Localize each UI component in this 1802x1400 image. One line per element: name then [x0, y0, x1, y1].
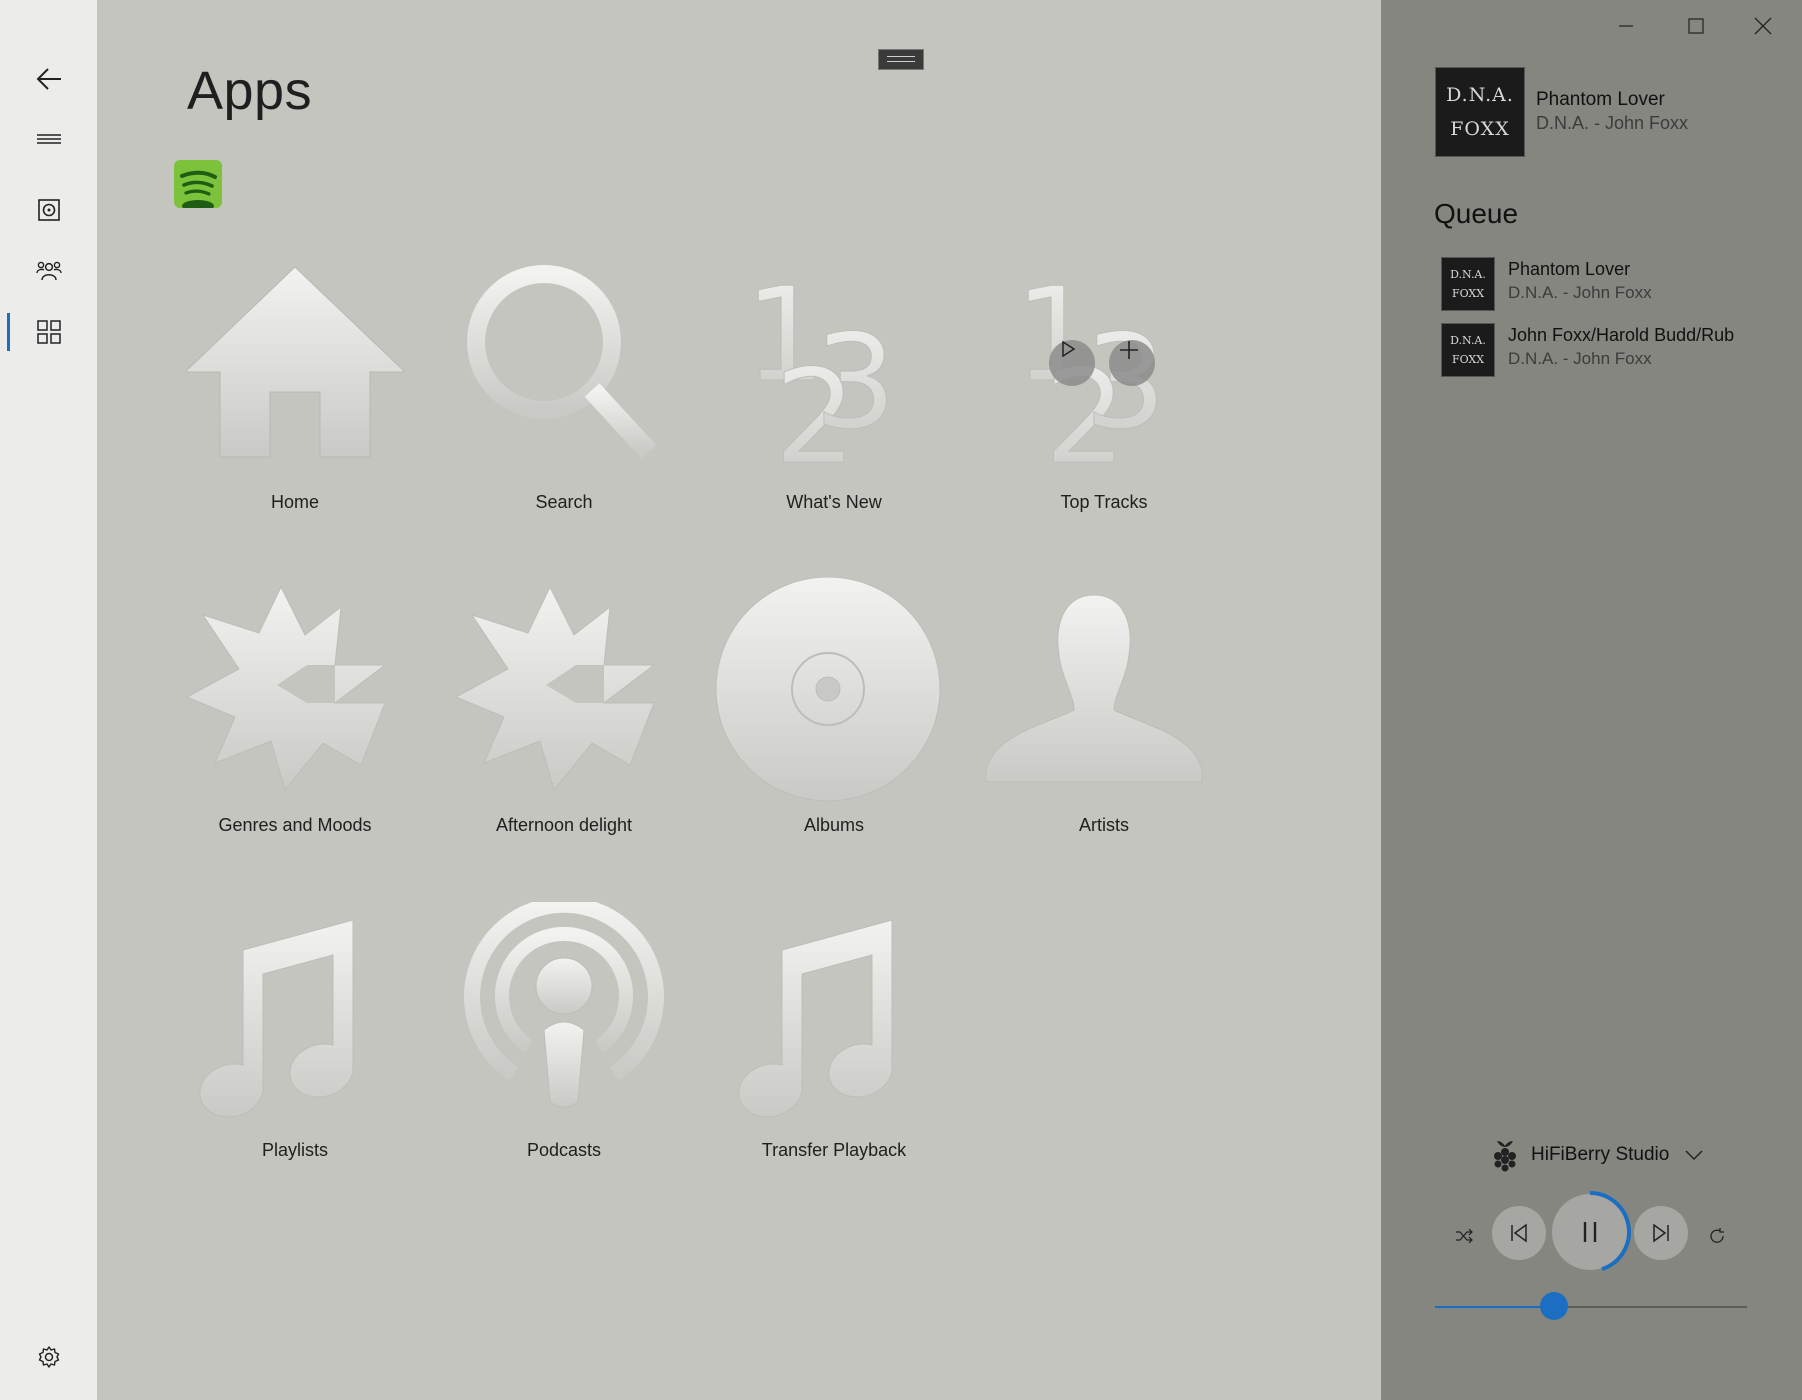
maximize-icon: [1688, 18, 1704, 34]
close-icon: [1754, 17, 1772, 35]
app-tile-albums[interactable]: Albums: [714, 577, 954, 885]
tile-label: Search: [535, 492, 593, 512]
album-art-text: FOXX: [1451, 287, 1485, 300]
grid-icon: [37, 320, 61, 344]
tile-label: Podcasts: [526, 1140, 602, 1160]
next-icon: [1653, 1223, 1669, 1243]
now-playing-album-art[interactable]: D.N.A. FOXX: [1435, 67, 1525, 157]
now-playing-title: Phantom Lover: [1536, 89, 1665, 110]
raspberry-pi-icon: [1494, 1141, 1516, 1172]
gear-icon: [38, 1346, 60, 1368]
close-button[interactable]: [1738, 6, 1788, 46]
nav-rail: [0, 0, 98, 1400]
tile-label: Transfer Playback: [761, 1140, 907, 1160]
house-icon: [185, 266, 405, 458]
menu-button[interactable]: [12, 112, 86, 166]
numbers-123-icon: 1 2 3: [744, 262, 898, 472]
app-tile-podcasts[interactable]: Podcasts: [444, 902, 684, 1210]
add-overlay-button[interactable]: [1109, 340, 1155, 386]
play-overlay-button[interactable]: [1049, 340, 1095, 386]
volume-fill: [1435, 1306, 1554, 1308]
speaker-icon: [38, 199, 60, 221]
tile-label: Home: [270, 492, 319, 512]
hamburger-icon: [37, 134, 61, 144]
maximize-button[interactable]: [1671, 6, 1721, 46]
nav-zones[interactable]: [12, 244, 86, 298]
volume-thumb[interactable]: [1539, 1292, 1568, 1320]
next-button[interactable]: [1634, 1206, 1688, 1260]
device-name: HiFiBerry Studio: [1531, 1144, 1670, 1165]
app-tile-whats-new[interactable]: 1 2 3 What's New: [714, 262, 954, 562]
repeat-icon: [1710, 1228, 1724, 1243]
queue-item-title: John Foxx/Harold Budd/Rub: [1508, 325, 1735, 345]
app-tile-genres-and-moods[interactable]: Genres and Moods: [175, 585, 415, 885]
back-arrow-icon: [36, 68, 61, 90]
app-tile-home[interactable]: Home: [175, 262, 415, 562]
app-tile-transfer-playback[interactable]: Transfer Playback: [714, 910, 954, 1210]
nav-selection-indicator: [7, 313, 10, 351]
drag-handle[interactable]: [878, 49, 924, 70]
plus-icon: [1120, 341, 1138, 359]
album-art-text: D.N.A.: [1446, 84, 1514, 106]
svg-text:3: 3: [814, 306, 897, 458]
tile-label: Artists: [1078, 815, 1129, 835]
device-selector[interactable]: HiFiBerry Studio: [1491, 1138, 1703, 1172]
disc-icon: [715, 577, 941, 802]
magnifier-icon: [467, 265, 657, 459]
nav-now-playing[interactable]: [12, 183, 86, 237]
queue-heading: Queue: [1434, 198, 1519, 229]
tile-label: Genres and Moods: [218, 815, 372, 835]
queue-album-art: D.N.A. FOXX: [1441, 323, 1495, 377]
person-icon: [985, 594, 1203, 783]
people-icon: [36, 261, 62, 281]
volume-slider[interactable]: [1435, 1292, 1747, 1320]
album-art-text: FOXX: [1450, 118, 1510, 140]
previous-icon: [1511, 1223, 1527, 1243]
app-tile-search[interactable]: Search: [444, 262, 684, 562]
queue-item-artist: D.N.A. - John Foxx: [1508, 349, 1652, 368]
chevron-down-icon: [1685, 1150, 1703, 1161]
nav-apps[interactable]: [12, 305, 86, 359]
album-art-text: FOXX: [1451, 353, 1485, 366]
tile-label: Albums: [803, 815, 865, 835]
playback-progress-ring: [1589, 1191, 1631, 1271]
play-icon: [1062, 340, 1076, 358]
queue-item-title: Phantom Lover: [1508, 259, 1631, 279]
album-art-text: D.N.A.: [1450, 334, 1486, 347]
repeat-button[interactable]: [1700, 1219, 1734, 1253]
tile-label: What's New: [786, 492, 882, 512]
podcast-icon: [464, 902, 664, 1108]
now-playing-panel: D.N.A. FOXX Phantom Lover D.N.A. - John …: [1381, 0, 1802, 1400]
back-button[interactable]: [12, 52, 86, 106]
music-note-icon: [738, 919, 893, 1118]
previous-button[interactable]: [1492, 1206, 1546, 1260]
shuffle-button[interactable]: [1447, 1219, 1481, 1253]
tile-label: Playlists: [261, 1140, 328, 1160]
page-title: Apps: [187, 61, 313, 121]
main-content: Apps Home Search 1 2 3 What's New 1 2 To…: [97, 0, 1381, 1400]
now-playing-artist: D.N.A. - John Foxx: [1536, 113, 1689, 133]
app-tile-top-tracks[interactable]: 1 2 3 Top Tracks: [984, 262, 1224, 562]
app-tile-artists[interactable]: Artists: [984, 585, 1224, 885]
starburst-icon: [454, 585, 656, 792]
spotify-logo[interactable]: [174, 160, 222, 208]
tile-label: Top Tracks: [1060, 492, 1148, 512]
app-tile-afternoon-delight[interactable]: Afternoon delight: [444, 585, 684, 885]
queue-album-art: D.N.A. FOXX: [1441, 257, 1495, 311]
starburst-icon: [185, 585, 387, 792]
settings-button[interactable]: [12, 1330, 86, 1384]
numbers-123-icon: 1 2 3: [1014, 262, 1168, 472]
shuffle-icon: [1456, 1228, 1473, 1244]
tile-label: Afternoon delight: [495, 815, 633, 835]
album-art-text: D.N.A.: [1450, 268, 1486, 281]
minimize-icon: [1619, 25, 1633, 27]
minimize-button[interactable]: [1601, 6, 1651, 46]
music-note-icon: [199, 919, 354, 1118]
queue-item-artist: D.N.A. - John Foxx: [1508, 283, 1652, 302]
app-tile-playlists[interactable]: Playlists: [175, 910, 415, 1210]
